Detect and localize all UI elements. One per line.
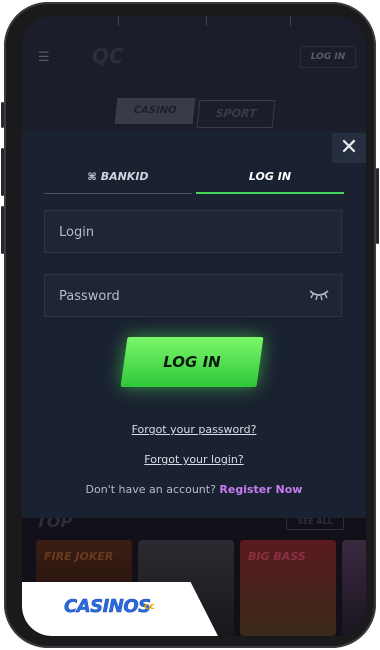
login-tabs: ⌘ BANKID LOG IN: [44, 161, 344, 195]
register-link[interactable]: Register Now: [219, 483, 302, 496]
watermark-suffix: cc: [144, 602, 155, 612]
phone-mute-switch: [1, 102, 4, 128]
phone-screen: ☰ QC LOG IN CASINO SPORT TOP SEE ALL FIR…: [22, 16, 366, 636]
tab-bankid-label: BANKID: [100, 170, 149, 183]
bankid-icon: ⌘: [87, 172, 97, 183]
header-login-button[interactable]: LOG IN: [300, 46, 356, 68]
password-input[interactable]: Password: [44, 274, 342, 317]
status-bar: [22, 16, 366, 34]
menu-icon[interactable]: ☰: [38, 50, 50, 65]
phone-volume-down: [1, 206, 4, 254]
casinos-watermark: CASINOS cc: [22, 582, 218, 636]
tab-login[interactable]: LOG IN: [196, 161, 344, 193]
login-submit-button[interactable]: LOG IN: [120, 337, 264, 387]
game-tile[interactable]: [342, 540, 366, 636]
site-logo[interactable]: QC: [92, 44, 124, 68]
category-sport-tab[interactable]: SPORT: [196, 100, 276, 128]
game-tile[interactable]: BIG BASS: [240, 540, 336, 636]
tab-underline-active: [196, 192, 344, 194]
login-placeholder: Login: [59, 225, 95, 240]
tab-login-label: LOG IN: [248, 170, 292, 183]
close-button[interactable]: ✕: [332, 133, 366, 163]
forgot-login-link[interactable]: Forgot your login?: [22, 453, 366, 466]
login-input[interactable]: Login: [44, 210, 342, 253]
close-icon: ✕: [339, 135, 359, 160]
register-prompt: Don't have an account? Register Now: [22, 483, 366, 496]
password-placeholder: Password: [59, 289, 120, 304]
category-casino-tab[interactable]: CASINO: [114, 98, 196, 124]
phone-frame: ☰ QC LOG IN CASINO SPORT TOP SEE ALL FIR…: [1, 2, 379, 648]
forgot-password-link[interactable]: Forgot your password?: [22, 423, 366, 436]
watermark-brand: CASINOS: [64, 596, 152, 618]
login-submit-label: LOG IN: [163, 353, 221, 371]
eye-closed-icon[interactable]: [309, 289, 329, 301]
phone-volume-up: [1, 148, 4, 196]
phone-power-button: [376, 168, 379, 244]
no-account-text: Don't have an account?: [85, 483, 216, 496]
tab-underline-inactive: [44, 193, 192, 194]
tab-bankid[interactable]: ⌘ BANKID: [44, 161, 192, 193]
login-modal: ✕ ⌘ BANKID LOG IN Login Password LOG IN …: [22, 131, 366, 518]
